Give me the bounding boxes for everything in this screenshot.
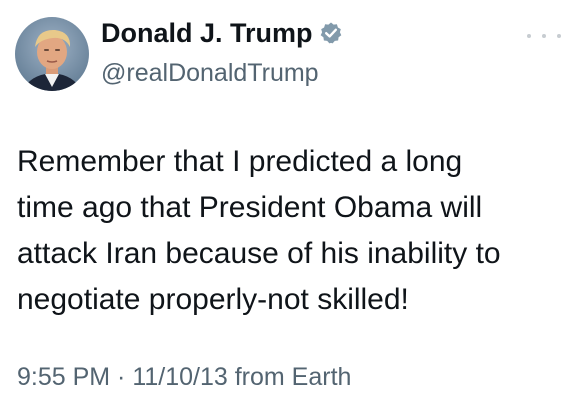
more-dot: [527, 34, 531, 38]
author-handle[interactable]: @realDonaldTrump: [101, 58, 319, 88]
tweet-text-line: Remember that I predicted a long: [17, 145, 463, 178]
verified-badge-icon: [319, 21, 343, 45]
tweet-text: Remember that I predicted a long time ag…: [17, 139, 567, 323]
tweet-text-line: attack Iran because of his inability to: [17, 237, 501, 270]
tweet-text-line: negotiate properly-not skilled!: [17, 283, 409, 316]
tweet-text-line: time ago that President Obama will: [17, 191, 483, 224]
tweet-card: Donald J. Trump @realDonaldTrump Remembe…: [0, 0, 576, 400]
author-display-name[interactable]: Donald J. Trump: [101, 18, 313, 48]
profile-photo-icon: [15, 17, 89, 91]
more-dot: [557, 34, 561, 38]
more-options-icon[interactable]: [527, 30, 561, 42]
avatar[interactable]: [15, 17, 89, 91]
more-dot: [542, 34, 546, 38]
author-row: Donald J. Trump: [101, 18, 343, 48]
tweet-timestamp[interactable]: 9:55 PM · 11/10/13 from Earth: [17, 362, 351, 392]
